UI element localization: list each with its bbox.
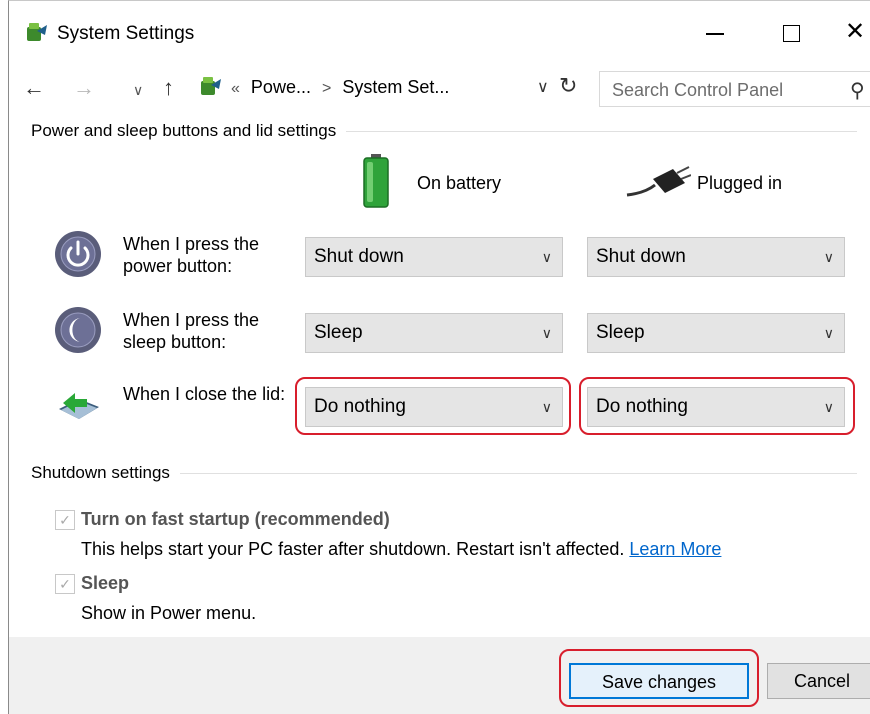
fast-startup-checkbox[interactable]: ✓: [55, 509, 75, 530]
title-bar: System Settings ✕: [9, 1, 870, 59]
sleep-button-battery-select[interactable]: Sleep ∨: [305, 313, 563, 353]
control-panel-address-icon: [201, 77, 221, 95]
save-button-highlight: [559, 649, 759, 707]
battery-icon: [363, 154, 389, 208]
fast-startup-label: Turn on fast startup (recommended): [81, 509, 390, 529]
power-section-title: Power and sleep buttons and lid settings: [31, 121, 337, 140]
system-settings-window: System Settings ✕ ← → ∨ ↑ « Powe... > Sy…: [8, 0, 870, 714]
lid-plugged-select[interactable]: Do nothing ∨: [587, 387, 845, 427]
shutdown-section-title: Shutdown settings: [31, 463, 170, 482]
back-arrow-icon[interactable]: ←: [23, 73, 45, 103]
sleep-button-battery-value: Sleep: [314, 322, 363, 343]
power-button-plugged-select[interactable]: Shut down ∨: [587, 237, 845, 277]
recent-locations-chevron-icon[interactable]: ∨: [133, 75, 143, 105]
chevron-down-icon: ∨: [823, 249, 834, 265]
cancel-button[interactable]: Cancel: [767, 663, 870, 699]
breadcrumb-item-system-settings[interactable]: System Set...: [342, 77, 449, 97]
sleep-checkbox[interactable]: ✓: [55, 573, 75, 594]
sleep-option[interactable]: ✓ Sleep: [55, 573, 129, 594]
fast-startup-description: This helps start your PC faster after sh…: [81, 539, 721, 560]
power-button-battery-select[interactable]: Shut down ∨: [305, 237, 563, 277]
fast-startup-description-text: This helps start your PC faster after sh…: [81, 539, 625, 559]
sleep-label: Sleep: [81, 573, 130, 593]
close-button[interactable]: ✕: [845, 15, 870, 51]
plug-icon: [626, 166, 691, 197]
chevron-down-icon: ∨: [541, 399, 552, 415]
breadcrumb-separator: >: [321, 80, 332, 97]
power-button-battery-value: Shut down: [314, 246, 404, 267]
sleep-button-plugged-value: Sleep: [596, 322, 645, 343]
search-input[interactable]: [612, 78, 832, 102]
breadcrumb: « Powe... > System Set...: [231, 77, 449, 98]
forward-arrow-icon[interactable]: →: [73, 73, 95, 103]
sleep-button-row-label: When I press the sleep button:: [123, 310, 260, 352]
power-button-icon: [55, 231, 101, 277]
maximize-button[interactable]: [769, 15, 813, 51]
lid-plugged-value: Do nothing: [596, 396, 688, 417]
control-panel-app-icon: [27, 23, 47, 41]
lid-row-label: When I close the lid:: [123, 384, 286, 404]
search-icon[interactable]: ⚲: [850, 78, 865, 103]
sleep-button-icon: [55, 307, 101, 353]
chevron-down-icon: ∨: [541, 249, 552, 265]
laptop-lid-icon: [59, 393, 99, 419]
power-button-plugged-value: Shut down: [596, 246, 686, 267]
chevron-down-icon: ∨: [823, 399, 834, 415]
window-title: System Settings: [57, 23, 195, 44]
breadcrumb-item-power[interactable]: Powe...: [251, 77, 311, 97]
address-dropdown-icon[interactable]: ∨: [537, 77, 549, 97]
power-section-header: Power and sleep buttons and lid settings: [31, 121, 857, 141]
shutdown-section-header: Shutdown settings: [31, 463, 857, 483]
breadcrumb-overflow[interactable]: «: [231, 80, 240, 97]
chevron-down-icon: ∨: [541, 325, 552, 341]
sleep-button-plugged-select[interactable]: Sleep ∨: [587, 313, 845, 353]
minimize-icon: [706, 33, 724, 35]
fast-startup-option[interactable]: ✓ Turn on fast startup (recommended): [55, 509, 390, 530]
power-button-row-label: When I press the power button:: [123, 234, 260, 276]
on-battery-label: On battery: [417, 173, 502, 193]
maximize-icon: [782, 25, 800, 42]
close-icon: ✕: [845, 18, 866, 45]
learn-more-link[interactable]: Learn More: [629, 539, 721, 559]
minimize-button[interactable]: [693, 15, 737, 51]
lid-battery-select[interactable]: Do nothing ∨: [305, 387, 563, 427]
search-box[interactable]: ⚲: [599, 71, 870, 107]
lid-battery-value: Do nothing: [314, 396, 406, 417]
section-divider: [346, 130, 857, 132]
section-divider: [179, 472, 857, 474]
plugged-in-label: Plugged in: [697, 173, 783, 193]
sleep-description: Show in Power menu.: [81, 603, 257, 623]
chevron-down-icon: ∨: [823, 325, 834, 341]
navigation-bar: ← → ∨ ↑ « Powe... > System Set... ∨ ↻ ⚲: [9, 65, 870, 111]
up-arrow-icon[interactable]: ↑: [163, 73, 174, 103]
refresh-icon[interactable]: ↻: [559, 73, 577, 99]
